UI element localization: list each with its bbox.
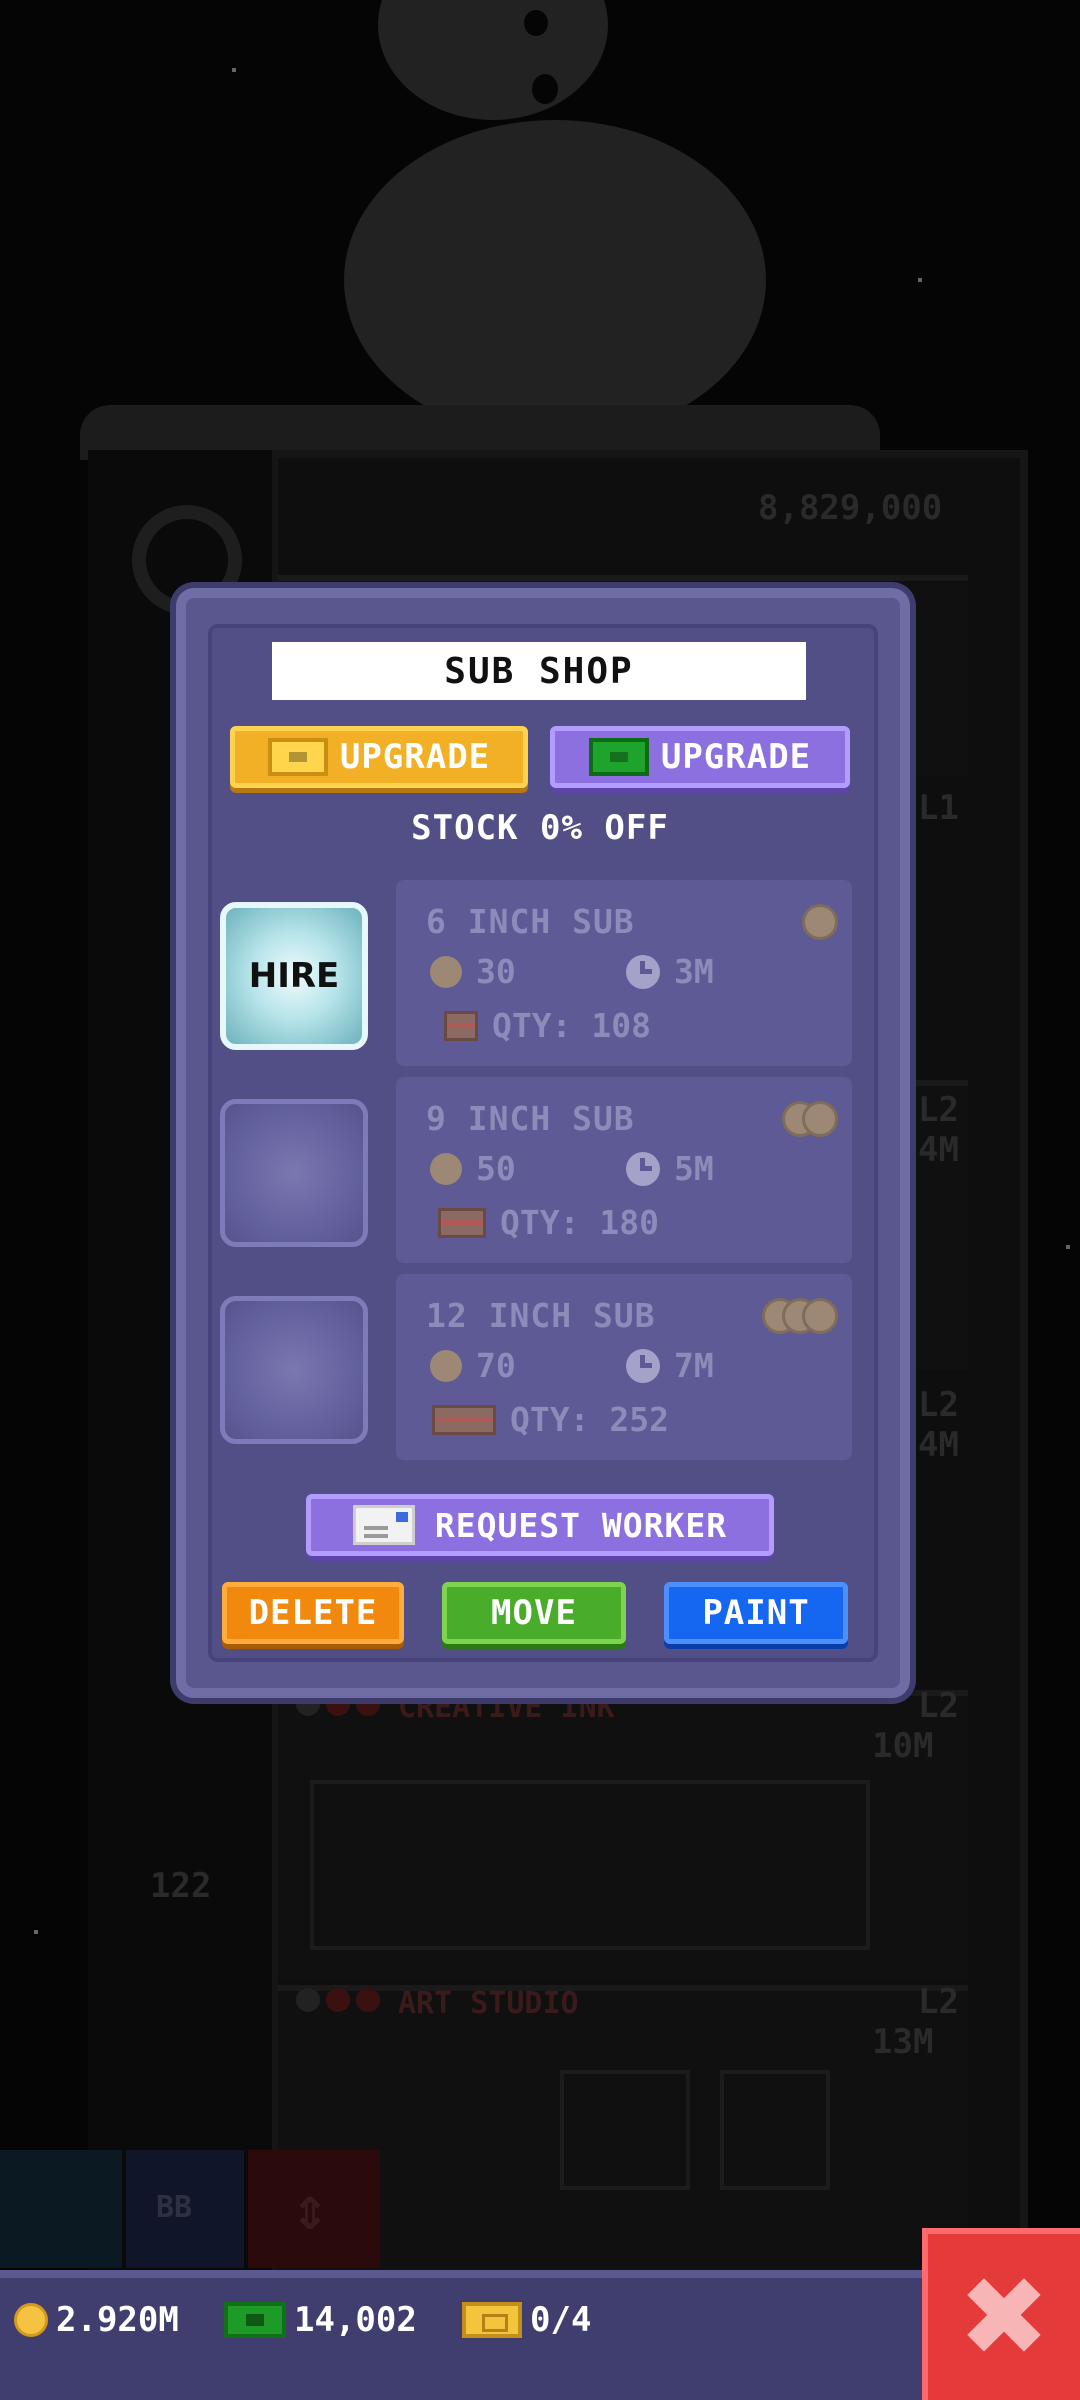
product-tier <box>802 904 838 940</box>
product-row[interactable]: 9 INCH SUB 50 5M QTY: 180 <box>396 1077 852 1263</box>
coin-icon <box>430 1349 462 1382</box>
hire-slot-3[interactable] <box>220 1296 368 1444</box>
golden-ticket-icon <box>267 738 328 776</box>
time-value: 3M <box>674 952 714 991</box>
tool-button[interactable] <box>0 2150 122 2268</box>
product-tier <box>762 1298 838 1334</box>
cost-value: 70 <box>476 1346 516 1385</box>
stock-discount: STOCK 0% OFF <box>411 808 669 848</box>
star <box>918 278 922 282</box>
product-qty: QTY: 108 <box>444 1006 651 1045</box>
coin-icon <box>802 1101 838 1137</box>
request-worker-label: REQUEST WORKER <box>434 1505 728 1545</box>
floor-number: 122 <box>150 1866 212 1906</box>
cost-value: 30 <box>476 952 516 991</box>
star <box>232 68 236 72</box>
upgrade-label: UPGRADE <box>339 737 491 777</box>
crate-icon <box>432 1404 496 1435</box>
product-time: 5M <box>626 1149 714 1188</box>
upgrade-with-tickets-button[interactable]: UPGRADE <box>230 726 528 788</box>
easel <box>720 2070 830 2190</box>
product-name: 9 INCH SUB <box>426 1099 635 1138</box>
clock-icon <box>626 954 660 989</box>
floor-level: L1 <box>918 788 959 828</box>
time-value: 7M <box>674 1346 714 1385</box>
bux-icon <box>588 738 649 776</box>
product-row[interactable]: 12 INCH SUB 70 7M QTY: 252 <box>396 1274 852 1460</box>
product-qty: QTY: 252 <box>432 1400 669 1439</box>
modal-title: SUB SHOP <box>272 642 806 700</box>
floor-value: 4M <box>918 1130 959 1170</box>
product-cost: 30 <box>430 952 516 991</box>
floor-value: 13M <box>872 2022 934 2062</box>
floor-level: L2 <box>918 1686 959 1726</box>
crate-icon <box>438 1207 486 1238</box>
hire-slot-1[interactable]: HIRE <box>220 902 368 1050</box>
product-name: 6 INCH SUB <box>426 902 635 941</box>
floor-level: L2 <box>918 1982 959 2022</box>
coin-icon <box>802 1298 838 1334</box>
product-row[interactable]: 6 INCH SUB 30 3M QTY: 108 <box>396 880 852 1066</box>
status-dot <box>356 1988 380 2012</box>
request-worker-button[interactable]: REQUEST WORKER <box>306 1494 774 1556</box>
coin-icon <box>430 1152 462 1185</box>
elevator-button[interactable]: ⇕ <box>248 2150 380 2268</box>
floor-value: 4M <box>918 1425 959 1465</box>
product-cost: 70 <box>430 1346 516 1385</box>
upgrade-label: UPGRADE <box>660 737 812 777</box>
coin-icon <box>430 955 462 988</box>
tickets-display: 0/4 <box>462 2298 591 2342</box>
coins-value: 2.920M <box>56 2300 179 2340</box>
easel <box>560 2070 690 2190</box>
bux-icon <box>224 2302 286 2338</box>
product-name: 12 INCH SUB <box>426 1296 656 1335</box>
bitbook-label: BB <box>156 2190 193 2225</box>
close-icon: ✖ <box>957 2253 1051 2381</box>
floor-value: 10M <box>872 1726 934 1766</box>
shelf <box>310 1780 870 1950</box>
product-tier <box>782 1101 838 1137</box>
product-cost: 50 <box>430 1149 516 1188</box>
crate-icon <box>444 1010 478 1041</box>
star <box>34 1930 38 1934</box>
paint-button[interactable]: PAINT <box>664 1582 848 1644</box>
delete-button[interactable]: DELETE <box>222 1582 404 1644</box>
clock-icon <box>626 1348 660 1383</box>
golden-ticket-icon <box>462 2302 522 2338</box>
updown-arrows-icon: ⇕ <box>292 2174 329 2244</box>
qty-value: QTY: 180 <box>500 1203 659 1242</box>
product-qty: QTY: 180 <box>438 1203 659 1242</box>
bitbook-button[interactable]: BB <box>126 2150 244 2268</box>
qty-value: QTY: 108 <box>492 1006 651 1045</box>
clock-icon <box>296 1988 320 2012</box>
bux-display: 14,002 <box>224 2298 417 2342</box>
star <box>1066 1245 1070 1249</box>
bux-value: 14,002 <box>294 2300 417 2340</box>
tickets-value: 0/4 <box>530 2300 592 2340</box>
coin-icon <box>802 904 838 940</box>
coins-display: 2.920M <box>14 2298 179 2342</box>
qty-value: QTY: 252 <box>510 1400 669 1439</box>
floor-level: L2 <box>918 1385 959 1425</box>
snowman-head <box>378 0 608 120</box>
clock-icon <box>626 1151 660 1186</box>
snowman-eye <box>524 10 548 36</box>
product-time: 7M <box>626 1346 714 1385</box>
hire-slot-2[interactable] <box>220 1099 368 1247</box>
floor-level: L2 <box>918 1090 959 1130</box>
top-value: 8,829,000 <box>758 488 943 528</box>
hire-label: HIRE <box>248 956 340 996</box>
snowman-body <box>344 120 766 440</box>
status-dot <box>326 1988 350 2012</box>
floor-name: ART STUDIO <box>398 1986 579 2021</box>
cost-value: 50 <box>476 1149 516 1188</box>
move-button[interactable]: MOVE <box>442 1582 626 1644</box>
close-button[interactable]: ✖ <box>922 2228 1080 2400</box>
time-value: 5M <box>674 1149 714 1188</box>
mail-icon <box>352 1505 415 1545</box>
snowman-mouth <box>532 74 558 104</box>
coin-icon <box>14 2303 48 2337</box>
product-time: 3M <box>626 952 714 991</box>
upgrade-with-bux-button[interactable]: UPGRADE <box>550 726 850 788</box>
